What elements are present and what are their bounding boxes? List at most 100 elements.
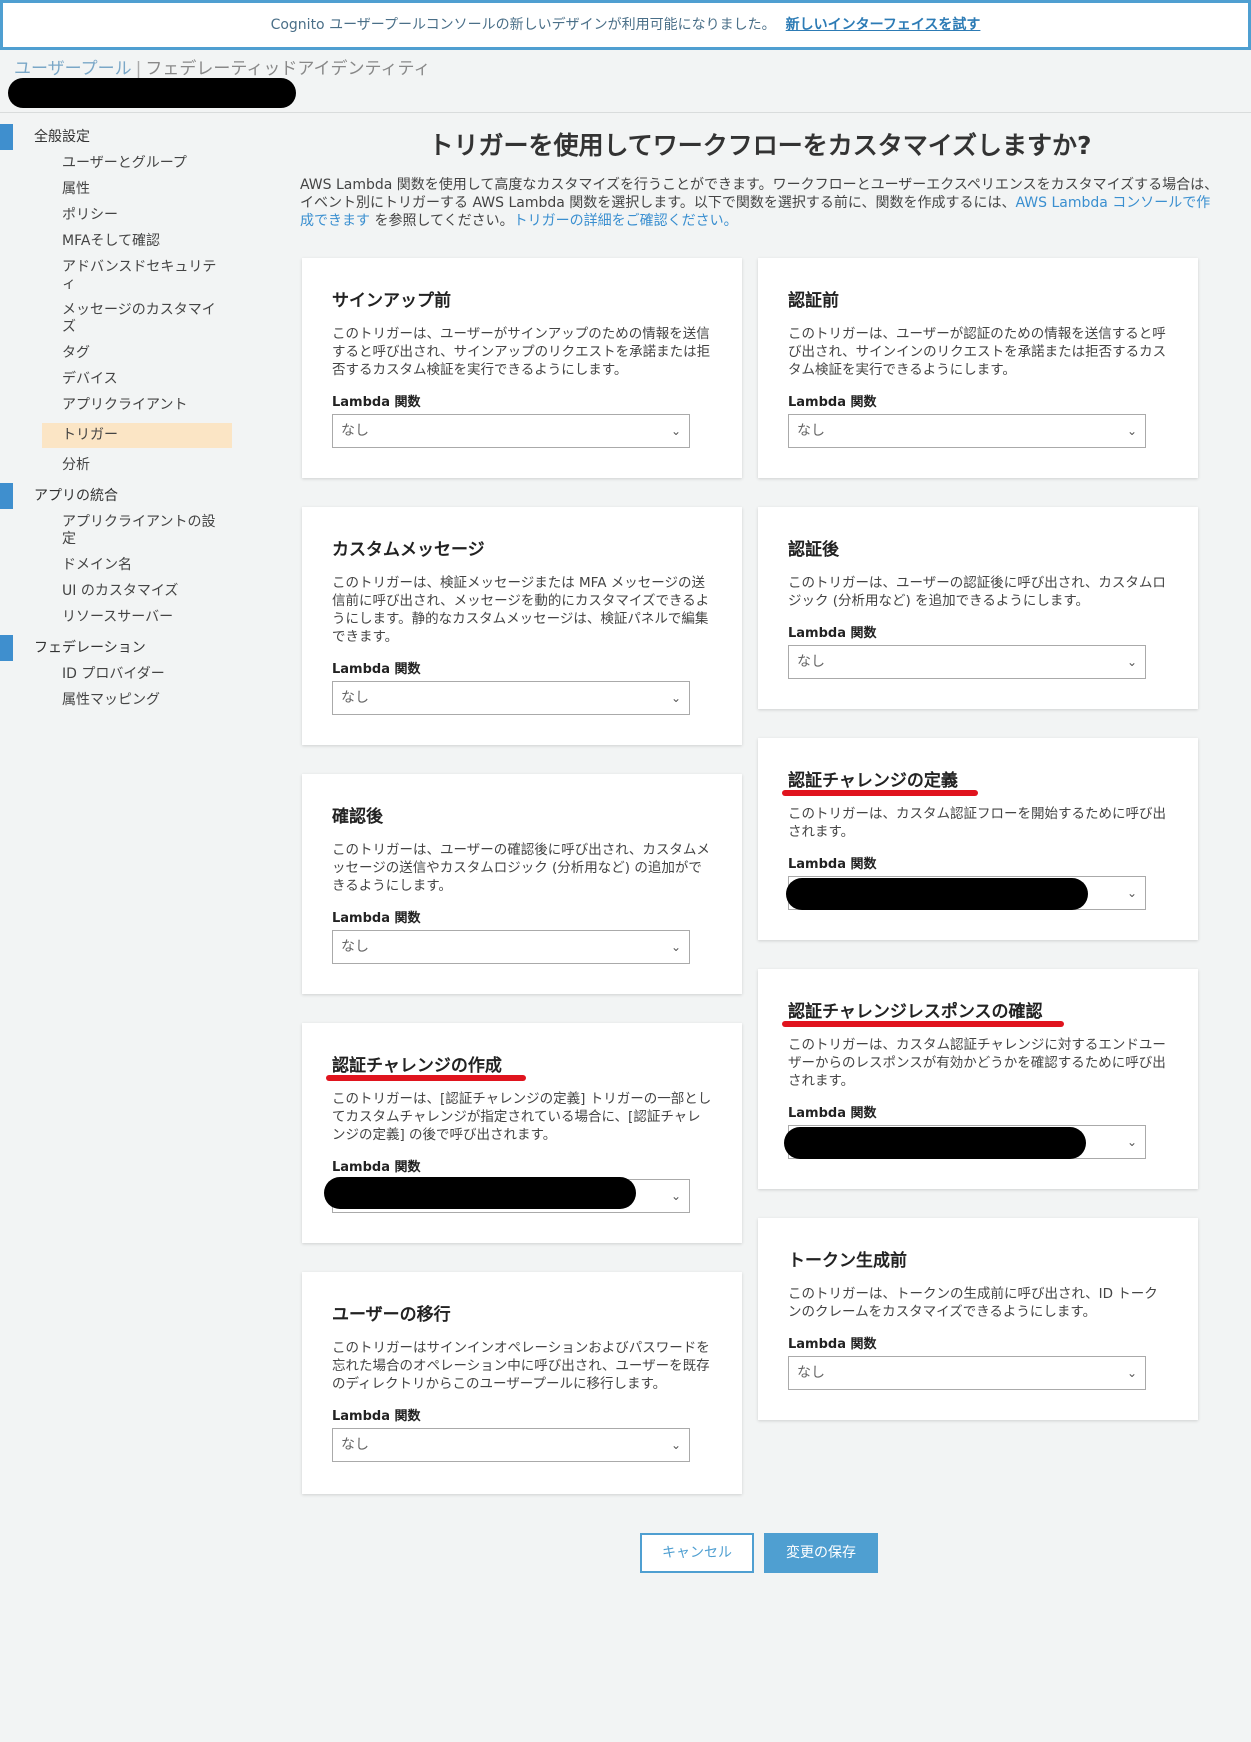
- cancel-button[interactable]: キャンセル: [640, 1533, 754, 1573]
- lambda-select-value: なし: [797, 423, 825, 439]
- trigger-details-link[interactable]: トリガーの詳細をご確認ください。: [514, 213, 738, 229]
- breadcrumb-user-pools-link[interactable]: ユーザープール: [14, 59, 132, 79]
- lambda-label: Lambda 関数: [332, 662, 421, 677]
- lambda-select[interactable]: なし ⌄: [788, 1356, 1146, 1390]
- chevron-down-icon: ⌄: [1126, 1366, 1137, 1380]
- sidebar: 全般設定 ユーザーとグループ 属性 ポリシー MFAそして確認 アドバンスドセキ…: [0, 124, 240, 718]
- sidebar-item-identity-providers[interactable]: ID プロバイダー: [0, 666, 240, 683]
- redacted-function-name: [324, 1177, 636, 1209]
- chevron-down-icon: ⌄: [670, 1438, 681, 1452]
- trigger-description: このトリガーは、ユーザーがサインアップのための情報を送信すると呼び出され、サイン…: [332, 326, 711, 378]
- red-annotation-underline: [782, 1021, 1064, 1027]
- lambda-select[interactable]: なし ⌄: [332, 1428, 690, 1462]
- lambda-select-value: なし: [797, 1365, 825, 1381]
- sidebar-item-attribute-mapping[interactable]: 属性マッピング: [0, 692, 240, 709]
- lambda-label: Lambda 関数: [788, 1337, 877, 1352]
- trigger-card-custom-message: カスタムメッセージ このトリガーは、検証メッセージまたは MFA メッセージの送…: [302, 507, 742, 745]
- trigger-card-post-confirmation: 確認後 このトリガーは、ユーザーの確認後に呼び出され、カスタムメッセージの送信や…: [302, 774, 742, 994]
- lambda-select[interactable]: なし ⌄: [332, 681, 690, 715]
- trigger-card-pre-token-generation: トークン生成前 このトリガーは、トークンの生成前に呼び出され、ID トークンのク…: [758, 1218, 1198, 1420]
- trigger-title: サインアップ前: [332, 291, 451, 311]
- trigger-title: 認証後: [788, 540, 839, 560]
- trigger-description: このトリガーは、[認証チャレンジの定義] トリガーの一部としてカスタムチャレンジ…: [332, 1091, 712, 1143]
- trigger-card-create-challenge: 認証チャレンジの作成 このトリガーは、[認証チャレンジの定義] トリガーの一部と…: [302, 1023, 742, 1243]
- sidebar-item-attributes[interactable]: 属性: [0, 181, 240, 198]
- sidebar-section-federation[interactable]: フェデレーション: [0, 635, 240, 661]
- sidebar-item-policies[interactable]: ポリシー: [0, 207, 240, 224]
- breadcrumb-separator: |: [135, 59, 142, 79]
- chevron-down-icon: ⌄: [670, 691, 681, 705]
- lambda-label: Lambda 関数: [788, 1106, 877, 1121]
- trigger-title: 認証チャレンジレスポンスの確認: [788, 1002, 1043, 1022]
- chevron-down-icon: ⌄: [1126, 655, 1137, 669]
- breadcrumb: ユーザープール | フェデレーティッドアイデンティティ: [14, 54, 430, 79]
- page-header: ユーザープール | フェデレーティッドアイデンティティ: [0, 50, 1251, 113]
- trigger-title: 確認後: [332, 807, 383, 827]
- sidebar-item-mfa[interactable]: MFAそして確認: [0, 233, 240, 250]
- banner-text: Cognito ユーザープールコンソールの新しいデザインが利用可能になりました。: [270, 17, 776, 33]
- trigger-description: このトリガーは、カスタム認証チャレンジに対するエンドユーザーからのレスポンスが有…: [788, 1037, 1166, 1089]
- trigger-description: このトリガーは、カスタム認証フローを開始するために呼び出されます。: [788, 806, 1166, 840]
- sidebar-item-triggers[interactable]: トリガー: [42, 423, 232, 448]
- redacted-pool-name: [8, 78, 296, 108]
- trigger-card-post-authentication: 認証後 このトリガーは、ユーザーの認証後に呼び出され、カスタムロジック (分析用…: [758, 507, 1198, 709]
- redacted-function-name: [786, 878, 1088, 910]
- lambda-select-value: なし: [341, 690, 369, 706]
- lambda-label: Lambda 関数: [332, 911, 421, 926]
- red-annotation-underline: [326, 1075, 526, 1081]
- lambda-select[interactable]: なし ⌄: [332, 414, 690, 448]
- trigger-description: このトリガーは、検証メッセージまたは MFA メッセージの送信前に呼び出され、メ…: [332, 575, 710, 645]
- lambda-select-value: なし: [341, 939, 369, 955]
- trigger-card-user-migration: ユーザーの移行 このトリガーはサインインオペレーションおよびパスワードを忘れた場…: [302, 1272, 742, 1494]
- try-new-interface-link[interactable]: 新しいインターフェイスを試す: [786, 17, 981, 33]
- breadcrumb-federated-identities-link[interactable]: フェデレーティッドアイデンティティ: [145, 59, 430, 79]
- lambda-select[interactable]: なし ⌄: [332, 930, 690, 964]
- sidebar-item-app-clients[interactable]: アプリクライアント: [0, 397, 240, 414]
- lambda-select-value: なし: [341, 1437, 369, 1453]
- sidebar-item-devices[interactable]: デバイス: [0, 371, 240, 388]
- lambda-label: Lambda 関数: [788, 626, 877, 641]
- sidebar-item-analytics[interactable]: 分析: [0, 457, 240, 474]
- sidebar-item-tags[interactable]: タグ: [0, 345, 240, 362]
- sidebar-item-domain-name[interactable]: ドメイン名: [0, 557, 240, 574]
- trigger-description: このトリガーは、ユーザーが認証のための情報を送信すると呼び出され、サインインのリ…: [788, 326, 1167, 378]
- lambda-label: Lambda 関数: [788, 395, 877, 410]
- trigger-description: このトリガーは、ユーザーの確認後に呼び出され、カスタムメッセージの送信やカスタム…: [332, 842, 710, 894]
- trigger-description: このトリガーは、ユーザーの認証後に呼び出され、カスタムロジック (分析用など) …: [788, 575, 1166, 609]
- sidebar-item-resource-servers[interactable]: リソースサーバー: [0, 609, 240, 626]
- sidebar-section-general[interactable]: 全般設定: [0, 124, 240, 150]
- new-console-banner: Cognito ユーザープールコンソールの新しいデザインが利用可能になりました。…: [0, 0, 1251, 50]
- trigger-title: ユーザーの移行: [332, 1305, 451, 1325]
- lambda-select-value: なし: [341, 423, 369, 439]
- chevron-down-icon: ⌄: [670, 940, 681, 954]
- trigger-description: このトリガーは、トークンの生成前に呼び出され、ID トークンのクレームをカスタマ…: [788, 1286, 1158, 1320]
- trigger-card-pre-authentication: 認証前 このトリガーは、ユーザーが認証のための情報を送信すると呼び出され、サイン…: [758, 258, 1198, 478]
- lambda-label: Lambda 関数: [788, 857, 877, 872]
- sidebar-item-message-customization[interactable]: メッセージのカスタマイズ: [0, 302, 240, 336]
- trigger-title: 認証チャレンジの作成: [332, 1056, 502, 1076]
- chevron-down-icon: ⌄: [670, 1189, 681, 1203]
- red-annotation-underline: [782, 790, 978, 796]
- chevron-down-icon: ⌄: [1126, 886, 1137, 900]
- trigger-title: トークン生成前: [788, 1251, 907, 1271]
- trigger-title: 認証チャレンジの定義: [788, 771, 958, 791]
- sidebar-item-advanced-security[interactable]: アドバンスドセキュリティ: [0, 259, 240, 293]
- sidebar-section-app-integration[interactable]: アプリの統合: [0, 483, 240, 509]
- trigger-title: カスタムメッセージ: [332, 540, 485, 560]
- trigger-card-verify-challenge-response: 認証チャレンジレスポンスの確認 このトリガーは、カスタム認証チャレンジに対するエ…: [758, 969, 1198, 1189]
- lambda-select[interactable]: なし ⌄: [788, 645, 1146, 679]
- lambda-label: Lambda 関数: [332, 395, 421, 410]
- chevron-down-icon: ⌄: [670, 424, 681, 438]
- sidebar-item-users-groups[interactable]: ユーザーとグループ: [0, 155, 240, 172]
- trigger-card-pre-signup: サインアップ前 このトリガーは、ユーザーがサインアップのための情報を送信すると呼…: [302, 258, 742, 478]
- trigger-title: 認証前: [788, 291, 839, 311]
- lambda-select-value: なし: [797, 654, 825, 670]
- lambda-select[interactable]: なし ⌄: [788, 414, 1146, 448]
- lambda-label: Lambda 関数: [332, 1409, 421, 1424]
- page-title: トリガーを使用してワークフローをカスタマイズしますか?: [428, 131, 1092, 160]
- chevron-down-icon: ⌄: [1126, 424, 1137, 438]
- save-changes-button[interactable]: 変更の保存: [764, 1533, 878, 1573]
- chevron-down-icon: ⌄: [1126, 1135, 1137, 1149]
- sidebar-item-app-client-settings[interactable]: アプリクライアントの設定: [0, 514, 240, 548]
- sidebar-item-ui-customization[interactable]: UI のカスタマイズ: [0, 583, 240, 600]
